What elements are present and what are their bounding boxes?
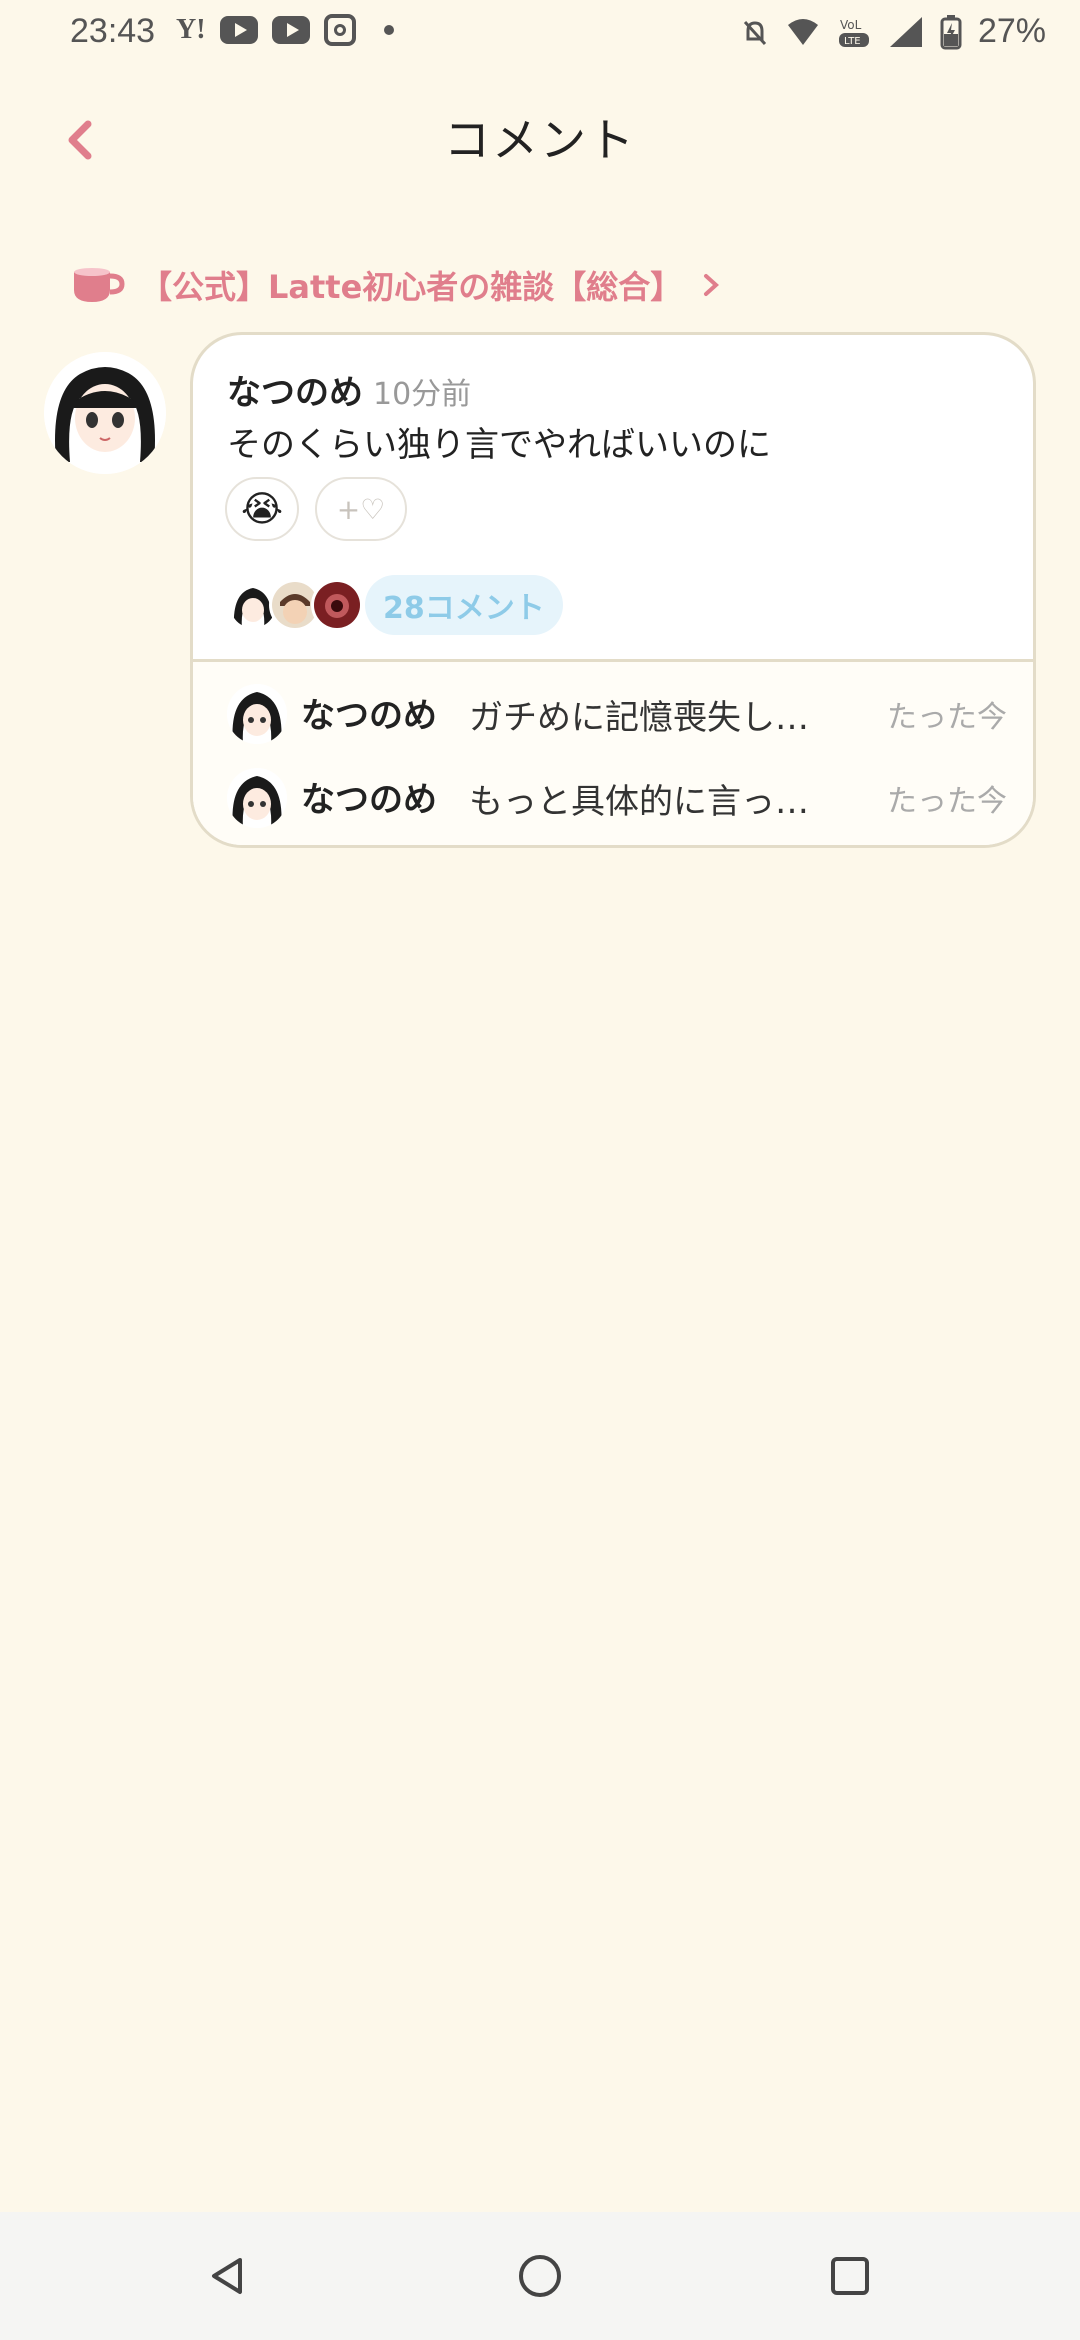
yahoo-icon: Y!: [176, 14, 206, 45]
category-label: 【公式】Latte初心者の雑談【総合】: [140, 268, 683, 306]
status-bar: 23:43 Y! VoL LTE 27%: [0, 0, 1080, 66]
youtube-icon: [271, 16, 310, 44]
reply-item[interactable]: なつのめ ガチめに記憶喪失し… たった今: [227, 684, 1007, 748]
battery-percent: 27%: [977, 12, 1046, 50]
avatar[interactable]: [44, 352, 166, 474]
post-author[interactable]: なつのめ: [227, 373, 363, 413]
comment-count-badge[interactable]: 28コメント: [365, 575, 563, 635]
notification-icons: Y!: [176, 14, 394, 46]
status-time: 23:43: [70, 12, 156, 50]
signal-icon: [889, 16, 922, 47]
avatar: [311, 579, 363, 631]
reply-author: なつのめ: [301, 780, 437, 820]
post-time: 10分前: [373, 377, 472, 412]
reaction-crying[interactable]: 😭: [225, 477, 299, 541]
reply-text: ガチめに記憶喪失し…: [469, 698, 809, 738]
avatar-image: [44, 352, 166, 474]
reply-author: なつのめ: [301, 696, 437, 736]
svg-text:VoL: VoL: [840, 18, 862, 32]
comment-card[interactable]: なつのめ 10分前 そのくらい独り言でやればいいのに 😭 +♡ 28コメント なつ…: [190, 332, 1036, 848]
volte-icon: VoL LTE: [838, 18, 869, 47]
page-title: コメント: [444, 113, 636, 167]
reply-time: たった今: [887, 784, 1007, 819]
nav-back-button[interactable]: [198, 2246, 258, 2306]
recents-square-icon: [831, 2257, 869, 2295]
home-circle-icon: [519, 2255, 561, 2297]
avatar: [227, 768, 287, 828]
cup-icon: [74, 268, 125, 302]
nav-home-button[interactable]: [510, 2246, 570, 2306]
reply-text: もっと具体的に言っ…: [469, 782, 809, 822]
reply-item[interactable]: なつのめ もっと具体的に言っ… たった今: [227, 768, 1007, 832]
reply-time: たった今: [887, 700, 1007, 735]
add-reaction-button[interactable]: +♡: [315, 477, 407, 541]
category-link[interactable]: 【公式】Latte初心者の雑談【総合】: [70, 262, 726, 308]
svg-text:LTE: LTE: [844, 36, 861, 47]
nav-recents-button[interactable]: [820, 2246, 880, 2306]
heart-plus-icon: +♡: [336, 492, 386, 526]
bell-off-icon: [743, 20, 767, 45]
instagram-icon: [323, 14, 356, 46]
post-text: そのくらい独り言でやればいいのに: [227, 425, 771, 465]
crying-emoji-icon: 😭: [240, 488, 284, 530]
header: コメント: [0, 90, 1080, 180]
back-triangle-icon: [212, 2258, 242, 2294]
system-nav-bar: [0, 2212, 1080, 2340]
system-icons: VoL LTE 27%: [740, 12, 1046, 51]
avatar: [227, 684, 287, 744]
youtube-icon: [219, 16, 258, 44]
commenter-avatars: [227, 579, 363, 631]
reply-list: なつのめ ガチめに記憶喪失し… たった今 なつのめ もっと具体的に言っ… たった…: [193, 662, 1033, 845]
chevron-right-icon: [704, 274, 720, 296]
post-author-line: なつのめ 10分前: [227, 365, 471, 414]
wifi-icon: [787, 18, 818, 45]
dot-icon: [383, 25, 394, 35]
battery-icon: [940, 14, 962, 49]
